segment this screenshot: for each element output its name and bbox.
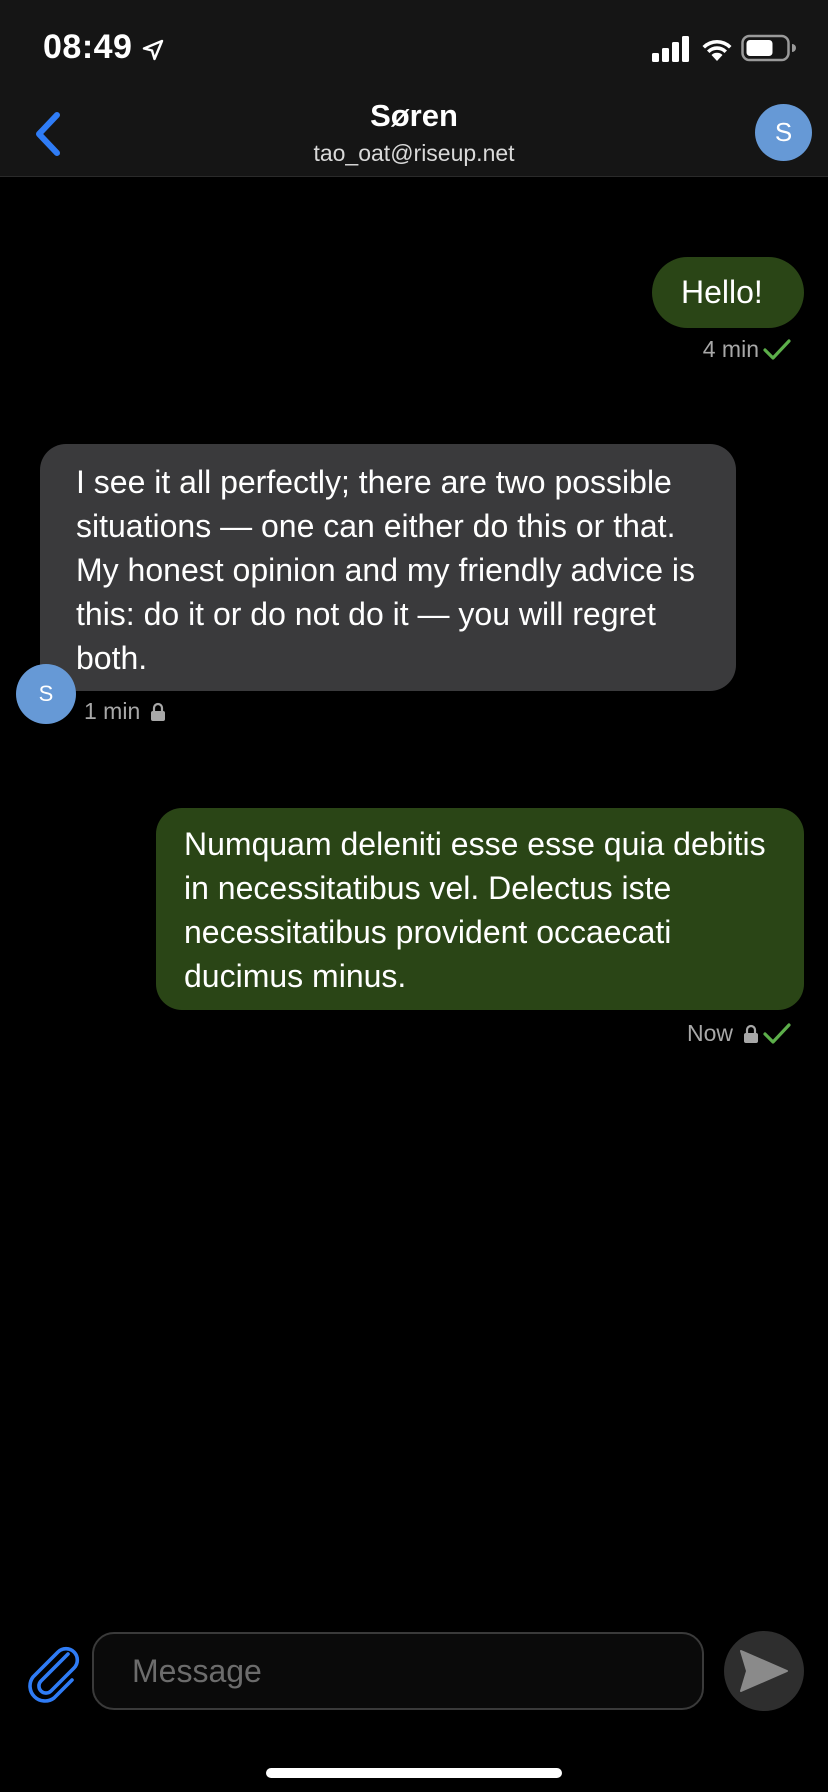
outgoing-message-bubble[interactable]: Hello! — [652, 257, 804, 328]
signal-icon — [652, 36, 689, 62]
battery-icon — [741, 34, 796, 62]
message-time: 1 min — [84, 698, 141, 724]
sender-avatar[interactable]: S — [16, 664, 76, 724]
send-button[interactable] — [724, 1631, 804, 1711]
attach-button[interactable] — [24, 1640, 82, 1706]
contact-email: tao_oat@riseup.net — [313, 140, 515, 166]
message-meta: 1 min — [84, 698, 166, 725]
checkmark-icon — [763, 1022, 791, 1044]
incoming-message-bubble[interactable]: I see it all perfectly; there are two po… — [40, 444, 736, 691]
location-arrow-icon — [142, 39, 164, 61]
send-icon — [740, 1650, 788, 1692]
status-time: 08:49 — [43, 28, 133, 66]
checkmark-icon — [763, 338, 791, 360]
paperclip-icon — [28, 1646, 80, 1703]
chat-header: Søren tao_oat@riseup.net S — [0, 96, 828, 177]
outgoing-message-bubble[interactable]: Numquam deleniti esse esse quia debitis … — [156, 808, 804, 1010]
status-bar: 08:49 — [0, 0, 828, 96]
home-indicator — [266, 1768, 562, 1778]
lock-icon — [744, 1024, 758, 1043]
message-time: 4 min — [702, 336, 759, 362]
message-time: Now — [686, 1020, 733, 1046]
wifi-icon — [702, 39, 732, 61]
message-meta: 4 min — [703, 336, 791, 363]
contact-name: Søren — [370, 98, 458, 133]
lock-icon — [151, 702, 166, 721]
message-meta: Now — [687, 1020, 791, 1047]
message-input[interactable] — [92, 1632, 704, 1710]
contact-avatar[interactable]: S — [755, 104, 812, 161]
